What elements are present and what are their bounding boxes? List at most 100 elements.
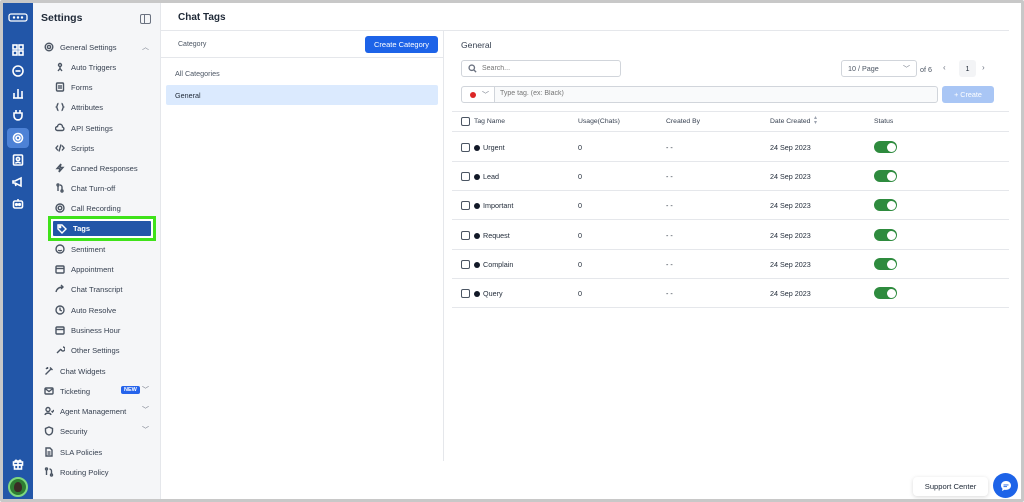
select-all-checkbox[interactable] bbox=[461, 117, 470, 126]
business-hour-icon bbox=[54, 325, 65, 336]
usage-cell: 0 bbox=[578, 289, 582, 298]
sidebar-item-canned-responses[interactable]: Canned Responses bbox=[54, 160, 138, 176]
create-tag-button[interactable]: + Create bbox=[942, 86, 994, 103]
sidebar-item-security[interactable]: Security bbox=[43, 423, 87, 439]
table-row[interactable]: Query 0 - - 24 Sep 2023 bbox=[452, 279, 1009, 308]
column-status[interactable]: Status bbox=[874, 118, 893, 125]
support-center-button[interactable]: Support Center bbox=[913, 477, 988, 496]
tag-color-dot bbox=[474, 144, 480, 151]
column-date-created[interactable]: Date Created bbox=[770, 118, 810, 125]
category-item-all[interactable]: All Categories bbox=[175, 69, 220, 78]
row-checkbox[interactable] bbox=[461, 201, 470, 210]
date-created-cell: 24 Sep 2023 bbox=[770, 289, 811, 298]
chevron-down-icon[interactable]: ﹀ bbox=[142, 405, 149, 415]
tag-name-input[interactable] bbox=[500, 90, 900, 97]
brand-logo-icon[interactable] bbox=[7, 12, 29, 24]
sidebar-item-forms[interactable]: Forms bbox=[54, 79, 93, 95]
sidebar-item-scripts[interactable]: Scripts bbox=[54, 140, 94, 156]
campaigns-icon[interactable] bbox=[9, 173, 27, 191]
sidebar-item-appointment[interactable]: Appointment bbox=[54, 261, 114, 277]
status-toggle[interactable] bbox=[874, 287, 897, 299]
sidebar-item-label: Attributes bbox=[71, 102, 104, 112]
dashboard-icon[interactable] bbox=[9, 41, 27, 59]
sidebar-item-auto-resolve[interactable]: Auto Resolve bbox=[54, 302, 116, 318]
settings-icon[interactable] bbox=[7, 128, 29, 148]
row-checkbox[interactable] bbox=[461, 289, 470, 298]
sidebar-item-ticketing[interactable]: Ticketing bbox=[43, 383, 90, 399]
search-input[interactable] bbox=[482, 65, 612, 72]
column-usage[interactable]: Usage(Chats) bbox=[578, 118, 620, 125]
user-avatar[interactable] bbox=[8, 477, 28, 497]
sidebar-item-sentiment[interactable]: Sentiment bbox=[54, 241, 105, 257]
table-row[interactable]: Lead 0 - - 24 Sep 2023 bbox=[452, 162, 1009, 191]
sidebar-item-label: Tags bbox=[73, 224, 91, 233]
column-tag-name[interactable]: Tag Name bbox=[474, 118, 505, 125]
color-swatch bbox=[470, 91, 476, 98]
sidebar-item-sla-policies[interactable]: SLA Policies bbox=[43, 444, 102, 460]
row-checkbox[interactable] bbox=[461, 172, 470, 181]
row-checkbox[interactable] bbox=[461, 143, 470, 152]
sidebar-item-chat-transcript[interactable]: Chat Transcript bbox=[54, 281, 123, 297]
sidebar-item-auto-triggers[interactable]: Auto Triggers bbox=[54, 59, 116, 75]
chevron-down-icon[interactable]: ﹀ bbox=[142, 385, 149, 395]
chevron-up-icon[interactable]: ︿ bbox=[142, 42, 149, 52]
table-row[interactable]: Request 0 - - 24 Sep 2023 bbox=[452, 221, 1009, 250]
category-item-general[interactable]: General bbox=[166, 85, 438, 105]
sidebar-title: Settings bbox=[41, 12, 83, 24]
create-category-button[interactable]: Create Category bbox=[365, 36, 438, 53]
status-toggle[interactable] bbox=[874, 170, 897, 182]
row-checkbox[interactable] bbox=[461, 260, 470, 269]
created-by-cell: - - bbox=[666, 172, 673, 181]
canned-responses-icon bbox=[54, 163, 65, 174]
collapse-sidebar-icon[interactable] bbox=[140, 14, 151, 24]
column-created-by[interactable]: Created By bbox=[666, 118, 700, 125]
api-settings-icon bbox=[54, 123, 65, 134]
sidebar-item-chat-widgets[interactable]: Chat Widgets bbox=[43, 363, 106, 379]
sidebar-item-chat-turn-off[interactable]: Chat Turn-off bbox=[54, 180, 115, 196]
chat-launcher-button[interactable] bbox=[993, 473, 1018, 498]
page-size-select[interactable]: 10 / Page ﹀ bbox=[841, 60, 917, 77]
reports-icon[interactable] bbox=[9, 84, 27, 102]
search-field[interactable] bbox=[461, 60, 621, 77]
sidebar-item-api-settings[interactable]: API Settings bbox=[54, 120, 113, 136]
sidebar-item-tags[interactable]: Tags bbox=[53, 221, 151, 236]
forms-icon bbox=[54, 82, 65, 93]
table-row[interactable]: Complain 0 - - 24 Sep 2023 bbox=[452, 250, 1009, 279]
contacts-icon[interactable] bbox=[9, 151, 27, 169]
status-toggle[interactable] bbox=[874, 258, 897, 270]
gift-icon[interactable] bbox=[9, 455, 27, 473]
sidebar-item-label: Canned Responses bbox=[71, 163, 138, 173]
table-row[interactable]: Urgent 0 - - 24 Sep 2023 bbox=[452, 133, 1009, 162]
tag-name-cell: Lead bbox=[474, 172, 499, 181]
page-title: Chat Tags bbox=[178, 12, 226, 23]
status-toggle[interactable] bbox=[874, 141, 897, 153]
tag-color-picker[interactable]: ﹀ bbox=[462, 87, 495, 102]
sidebar-item-agent-management[interactable]: Agent Management bbox=[43, 403, 126, 419]
routing-policy-icon bbox=[43, 467, 54, 478]
chevron-down-icon[interactable]: ﹀ bbox=[142, 425, 149, 435]
sidebar-item-label: Security bbox=[60, 426, 88, 436]
app-window: Settings General Settings ︿ Auto Trigger… bbox=[0, 0, 1024, 502]
bots-icon[interactable] bbox=[9, 195, 27, 213]
sidebar-item-other-settings[interactable]: Other Settings bbox=[54, 342, 120, 358]
table-row[interactable]: Important 0 - - 24 Sep 2023 bbox=[452, 191, 1009, 220]
current-page-button[interactable]: 1 bbox=[959, 60, 976, 77]
category-title: General bbox=[461, 40, 492, 50]
integrations-icon[interactable] bbox=[9, 106, 27, 124]
sort-icon[interactable]: ▴ ▾ bbox=[814, 115, 817, 126]
tag-name: Important bbox=[483, 201, 514, 210]
sidebar-item-routing-policy[interactable]: Routing Policy bbox=[43, 464, 109, 480]
sidebar-item-attributes[interactable]: Attributes bbox=[54, 99, 103, 115]
next-page-icon[interactable]: › bbox=[982, 63, 985, 72]
chats-icon[interactable] bbox=[9, 62, 27, 80]
created-by-cell: - - bbox=[666, 260, 673, 269]
sidebar-item-call-recording[interactable]: Call Recording bbox=[54, 200, 121, 216]
row-checkbox[interactable] bbox=[461, 231, 470, 240]
status-toggle[interactable] bbox=[874, 229, 897, 241]
sidebar-item-general-settings[interactable]: General Settings bbox=[43, 39, 117, 55]
date-created-cell: 24 Sep 2023 bbox=[770, 231, 811, 240]
previous-page-icon[interactable]: ‹ bbox=[943, 63, 946, 72]
usage-cell: 0 bbox=[578, 172, 582, 181]
status-toggle[interactable] bbox=[874, 199, 897, 211]
sidebar-item-business-hour[interactable]: Business Hour bbox=[54, 322, 120, 338]
